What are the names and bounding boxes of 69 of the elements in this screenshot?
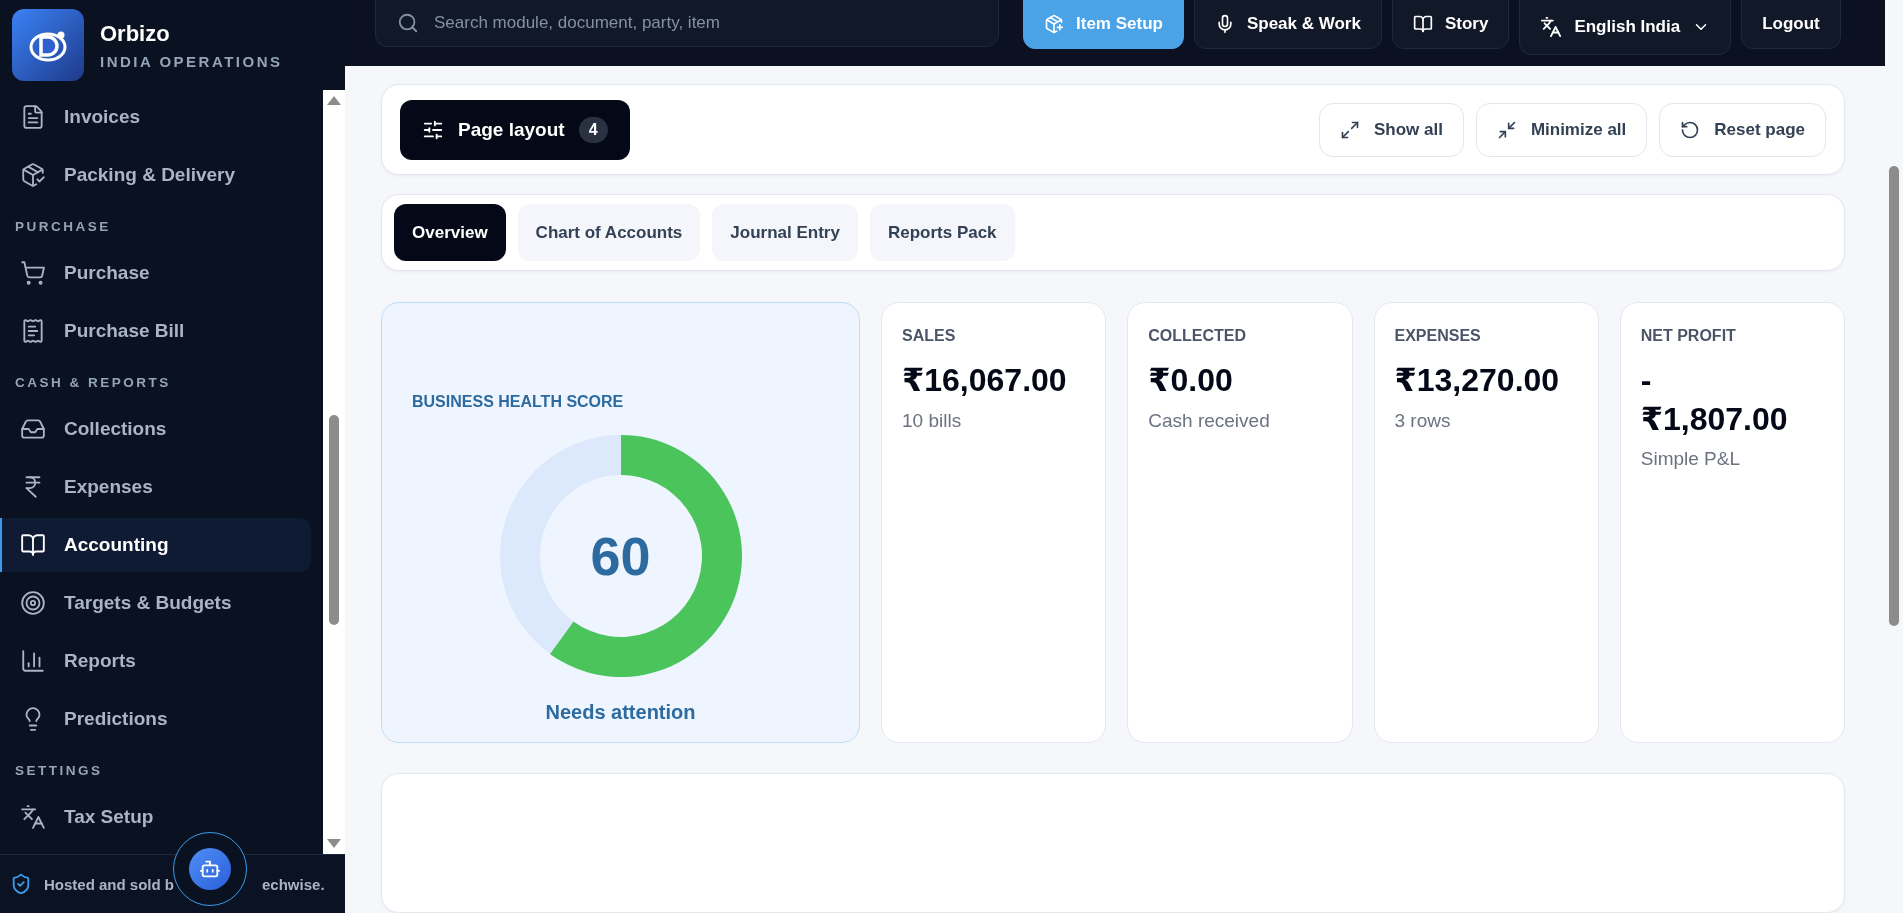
stat-label: NET PROFIT <box>1640 327 1736 346</box>
language-select[interactable]: English India <box>1519 0 1732 55</box>
nav-item[interactable]: Accounting <box>0 518 311 572</box>
inbox-icon <box>20 416 46 442</box>
app-logo <box>12 9 84 81</box>
footer-text: Hosted and sold b <box>44 875 174 893</box>
nav-item[interactable]: Tax Setup <box>0 790 311 844</box>
stat-note: Cash received <box>1148 409 1270 432</box>
stat-note: 10 bills <box>902 409 962 432</box>
toolbar-button[interactable]: Speak & Work <box>1193 0 1382 49</box>
score-value: 60 <box>590 525 651 588</box>
stat-note: Simple P&L <box>1640 447 1741 470</box>
bar-chart-icon <box>20 648 46 674</box>
package-icon <box>20 162 46 188</box>
sliders-icon <box>422 118 444 141</box>
layout-action-button[interactable]: Minimize all <box>1475 102 1648 157</box>
nav-section-label: PURCHASE <box>14 217 112 236</box>
tab[interactable]: Reports Pack <box>869 204 1015 262</box>
toolbar-button[interactable]: Story <box>1391 0 1510 49</box>
scrollbar[interactable] <box>323 90 345 854</box>
stat-label: SALES <box>902 327 956 346</box>
brand-name: Orbizo <box>100 20 171 47</box>
book-icon <box>1412 14 1433 34</box>
layout-action-button[interactable]: Reset page <box>1659 102 1826 157</box>
package-plus-icon <box>1044 14 1064 34</box>
cart-icon <box>20 260 46 286</box>
translate-icon <box>20 804 46 830</box>
card-title: BUSINESS HEALTH SCORE <box>412 393 624 412</box>
brand-subtitle: INDIA OPERATIONS <box>100 52 283 70</box>
stat-label: COLLECTED <box>1148 327 1247 346</box>
nav-section-label: SETTINGS <box>14 761 104 780</box>
nav-item[interactable]: Collections <box>0 402 311 456</box>
expand-icon <box>1339 119 1360 140</box>
nav-item[interactable]: Purchase Bill <box>0 304 311 358</box>
assistant-button[interactable] <box>189 848 231 890</box>
status-text: Needs attention <box>545 701 696 725</box>
footer-text: echwise. <box>262 875 325 893</box>
shield-check-icon <box>10 873 32 895</box>
nav-item[interactable]: Expenses <box>0 460 311 514</box>
page-layout-button[interactable]: Page layout 4 <box>400 99 630 160</box>
stat-value: ₹13,270.00 <box>1394 361 1560 400</box>
stat-value: ₹0.00 <box>1148 361 1233 400</box>
book-icon <box>20 532 46 558</box>
nav-section-label: CASH & REPORTS <box>14 373 172 392</box>
collapse-icon <box>1496 119 1517 140</box>
document-icon <box>20 104 46 130</box>
stat-label: EXPENSES <box>1394 327 1481 346</box>
nav-item[interactable]: Predictions <box>0 692 311 746</box>
count-badge: 4 <box>578 116 608 143</box>
tab[interactable]: Journal Entry <box>712 204 858 262</box>
nav-item[interactable]: Purchase <box>0 246 311 300</box>
nav-item[interactable]: Reports <box>0 634 311 688</box>
nav-item[interactable]: Packing & Delivery <box>0 148 311 202</box>
stat-value: -₹1,807.00 <box>1640 361 1788 438</box>
stat-value: ₹16,067.00 <box>902 361 1067 400</box>
target-icon <box>20 590 46 616</box>
reset-icon <box>1680 119 1701 140</box>
language-icon <box>1540 16 1563 38</box>
nav-item[interactable]: Invoices <box>0 90 311 144</box>
layout-action-button[interactable]: Show all <box>1318 102 1464 157</box>
tab[interactable]: Overview <box>394 204 506 262</box>
stat-note: 3 rows <box>1394 409 1451 432</box>
robot-icon <box>199 858 221 880</box>
search-field[interactable]: Search module, document, party, item <box>375 0 999 47</box>
receipt-icon <box>20 318 46 344</box>
logout-button[interactable]: Logout <box>1741 0 1841 49</box>
tab[interactable]: Chart of Accounts <box>517 204 701 262</box>
nav-item[interactable]: Targets & Budgets <box>0 576 311 630</box>
search-icon <box>397 12 419 34</box>
